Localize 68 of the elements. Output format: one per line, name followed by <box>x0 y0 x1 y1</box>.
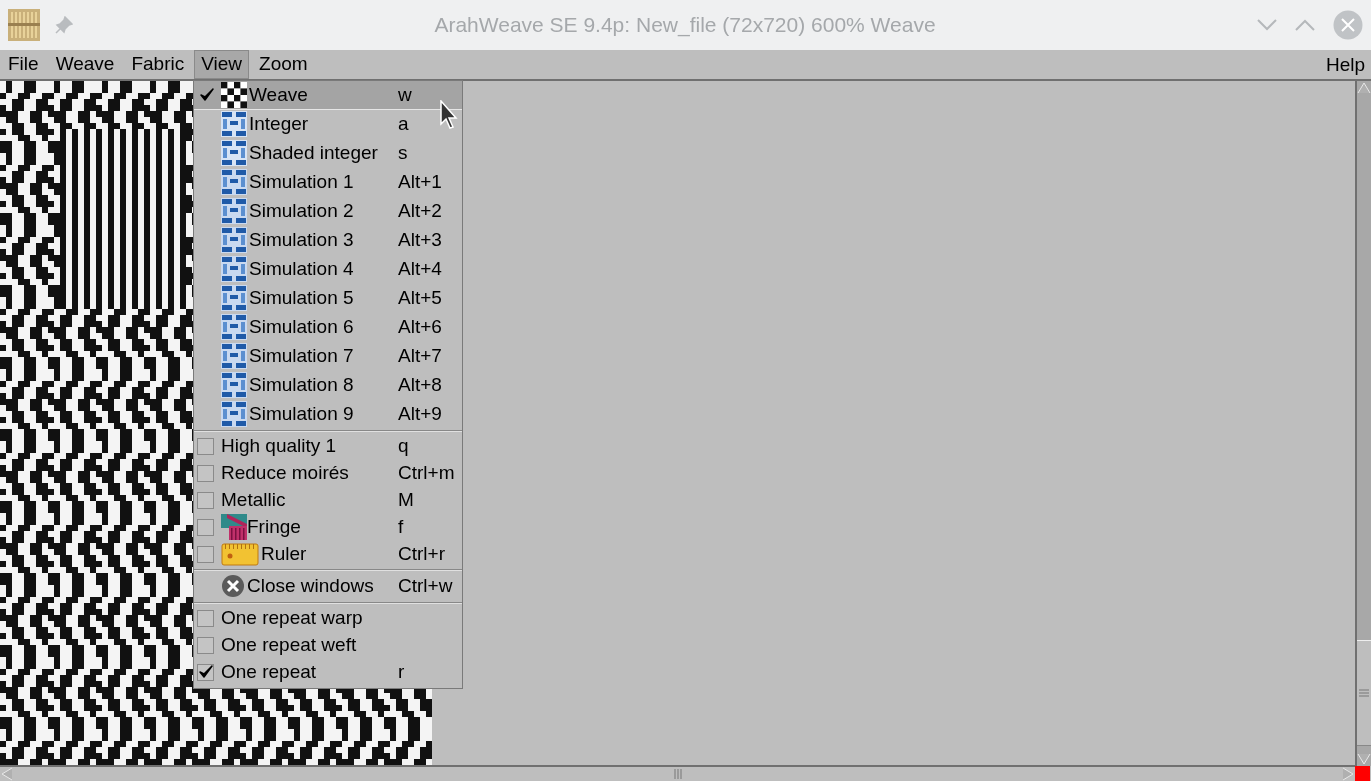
check-icon <box>198 665 213 679</box>
weave-tile-icon <box>221 111 247 137</box>
checkbox[interactable] <box>197 437 214 455</box>
fringe-icon <box>221 514 247 540</box>
menu-option[interactable]: One repeat r <box>194 659 462 686</box>
close-icon[interactable] <box>1333 10 1363 40</box>
menu-option[interactable]: Simulation 5 Alt+5 <box>194 284 462 313</box>
menu-option[interactable]: Close windows Ctrl+w <box>194 572 462 601</box>
menu-option[interactable]: Weave w <box>194 81 462 110</box>
menu-option[interactable]: Simulation 9 Alt+9 <box>194 400 462 429</box>
maximize-icon[interactable] <box>1295 19 1315 31</box>
menu-item[interactable]: View <box>194 50 250 79</box>
menu-option[interactable]: Simulation 8 Alt+8 <box>194 371 462 400</box>
menu-item[interactable]: Weave <box>48 50 122 79</box>
ruler-icon <box>221 541 259 567</box>
menu-option[interactable]: Simulation 4 Alt+4 <box>194 255 462 284</box>
right-arrow-icon[interactable] <box>1341 767 1355 781</box>
checkbox[interactable] <box>197 663 214 681</box>
weave-tile-icon <box>221 314 247 340</box>
checkbox[interactable] <box>197 609 214 627</box>
weave-tile-icon <box>221 372 247 398</box>
menu-option[interactable]: High quality 1 q <box>194 433 462 460</box>
checkbox[interactable] <box>197 636 214 654</box>
menu-item[interactable]: Fabric <box>124 50 192 79</box>
weave-tile-icon <box>221 401 247 427</box>
check-icon <box>200 88 214 102</box>
weave-tile-icon <box>221 227 247 253</box>
menu-option[interactable]: Integer a <box>194 110 462 139</box>
menu-option[interactable]: Ruler Ctrl+r <box>194 541 462 568</box>
menu-option[interactable]: Simulation 1 Alt+1 <box>194 168 462 197</box>
menu-option[interactable]: Simulation 3 Alt+3 <box>194 226 462 255</box>
menu-option[interactable]: Metallic M <box>194 487 462 514</box>
menu-option[interactable]: Shaded integer s <box>194 139 462 168</box>
close-icon <box>221 574 245 598</box>
menu-option[interactable]: One repeat warp <box>194 605 462 632</box>
up-arrow-icon[interactable] <box>1357 81 1371 95</box>
left-arrow-icon[interactable] <box>0 767 14 781</box>
menu-item[interactable]: Help <box>1319 53 1371 76</box>
menu-option[interactable]: Simulation 2 Alt+2 <box>194 197 462 226</box>
menu-option[interactable]: Simulation 6 Alt+6 <box>194 313 462 342</box>
pin-icon[interactable] <box>55 16 73 34</box>
app-icon <box>8 9 40 41</box>
menu-item[interactable]: File <box>1 50 46 79</box>
checkbox[interactable] <box>197 464 214 482</box>
mouse-pointer-icon <box>440 100 460 130</box>
weave-tile-icon <box>221 343 247 369</box>
checkbox[interactable] <box>197 545 214 563</box>
weave-tile-icon <box>221 140 247 166</box>
checkbox[interactable] <box>197 491 214 509</box>
vertical-scrollbar[interactable] <box>1355 81 1371 766</box>
horizontal-scrollbar[interactable] <box>0 765 1355 781</box>
menu-option[interactable]: Fringe f <box>194 514 462 541</box>
grip-icon <box>672 769 683 779</box>
grip-icon <box>1359 688 1369 698</box>
status-indicator <box>1355 766 1370 781</box>
weave-tile-icon <box>221 256 247 282</box>
weave-tile-icon <box>221 285 247 311</box>
window-title: ArahWeave SE 9.4p: New_file (72x720) 600% Weave <box>433 13 937 37</box>
checkbox[interactable] <box>197 518 214 536</box>
weave-tile-icon <box>221 198 247 224</box>
weave-tile-icon <box>221 169 247 195</box>
minimize-icon[interactable] <box>1257 19 1277 31</box>
menu-option[interactable]: Reduce moirés Ctrl+m <box>194 460 462 487</box>
menu-option[interactable]: Simulation 7 Alt+7 <box>194 342 462 371</box>
down-arrow-icon[interactable] <box>1357 752 1371 766</box>
menu-option[interactable]: One repeat weft <box>194 632 462 659</box>
checker-icon <box>221 82 247 108</box>
menu-item[interactable]: Zoom <box>252 50 315 79</box>
